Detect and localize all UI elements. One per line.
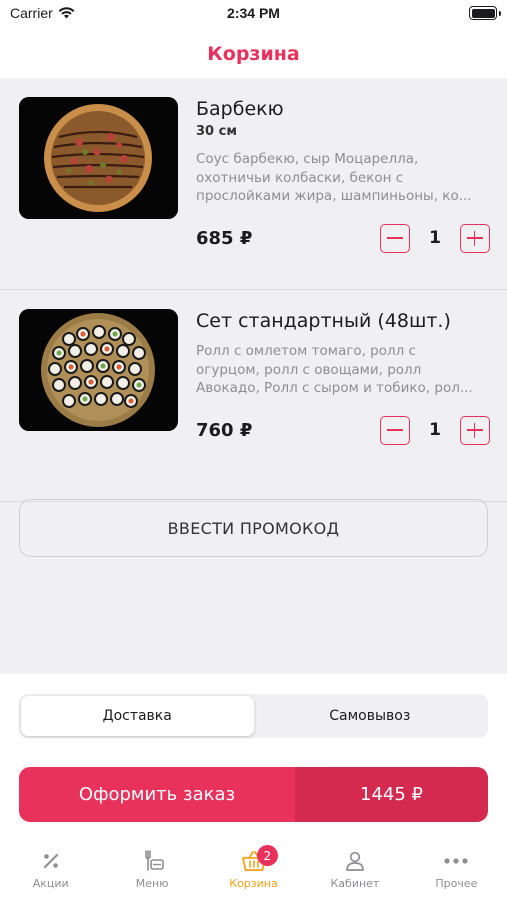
minus-icon (387, 237, 403, 239)
quantity-value: 1 (429, 228, 441, 248)
battery-icon (469, 6, 501, 20)
tab-menu[interactable]: Меню (101, 839, 202, 900)
cart-badge: 2 (256, 845, 278, 866)
tab-label: Прочее (435, 877, 478, 890)
product-price: 760 ₽ (196, 420, 253, 441)
checkout-panel: Доставка Самовывоз Оформить заказ 1445 ₽… (0, 674, 507, 900)
product-name: Барбекю (196, 98, 284, 120)
product-image-pizza (19, 97, 178, 219)
order-total: 1445 ₽ (295, 767, 488, 822)
tab-cart[interactable]: 2 Корзина (203, 839, 304, 900)
more-dots-icon (443, 849, 469, 873)
tab-more[interactable]: Прочее (406, 839, 507, 900)
increase-quantity-button[interactable] (460, 415, 490, 445)
percent-icon (38, 849, 64, 873)
minus-icon (387, 429, 403, 431)
quantity-value: 1 (429, 420, 441, 440)
person-icon (342, 849, 368, 873)
product-description: Ролл с омлетом томаго, ролл с огурцом, р… (196, 343, 473, 396)
cart-list: Барбекю 30 см Соус барбекю, сыр Моцарелл… (0, 78, 507, 674)
product-size: 30 см (196, 124, 237, 139)
decrease-quantity-button[interactable] (380, 223, 410, 253)
product-price: 685 ₽ (196, 228, 253, 249)
product-image-sushi-set (19, 309, 178, 431)
tab-label: Акции (32, 877, 69, 890)
delivery-option-delivery[interactable]: Доставка (21, 696, 254, 736)
product-description: Соус барбекю, сыр Моцарелла, охотничьи к… (196, 151, 472, 204)
page-title: Корзина (207, 43, 300, 65)
decrease-quantity-button[interactable] (380, 415, 410, 445)
menu-food-icon (139, 849, 165, 873)
tab-label: Корзина (229, 877, 278, 890)
tab-bar: Акции Меню 2 Корзина Кабинет Прочее (0, 839, 507, 900)
tab-promotions[interactable]: Акции (0, 839, 101, 900)
delivery-method-selector: Доставка Самовывоз (19, 694, 488, 738)
status-time: 2:34 PM (227, 5, 280, 21)
navigation-bar: Корзина (0, 30, 507, 78)
delivery-option-pickup[interactable]: Самовывоз (254, 696, 487, 736)
status-bar: Carrier 2:34 PM (0, 0, 507, 30)
product-name: Сет стандартный (48шт.) (196, 310, 451, 332)
checkout-button[interactable]: Оформить заказ 1445 ₽ (19, 767, 488, 822)
increase-quantity-button[interactable] (460, 223, 490, 253)
quantity-stepper: 1 (380, 415, 490, 445)
tab-label: Кабинет (330, 877, 380, 890)
quantity-stepper: 1 (380, 223, 490, 253)
tab-label: Меню (135, 877, 169, 890)
promo-code-button[interactable]: ВВЕСТИ ПРОМОКОД (19, 499, 488, 557)
cart-item: Сет стандартный (48шт.) Ролл с омлетом т… (0, 290, 507, 502)
tab-account[interactable]: Кабинет (304, 839, 405, 900)
cart-item: Барбекю 30 см Соус барбекю, сыр Моцарелл… (0, 78, 507, 290)
checkout-label: Оформить заказ (19, 767, 295, 822)
